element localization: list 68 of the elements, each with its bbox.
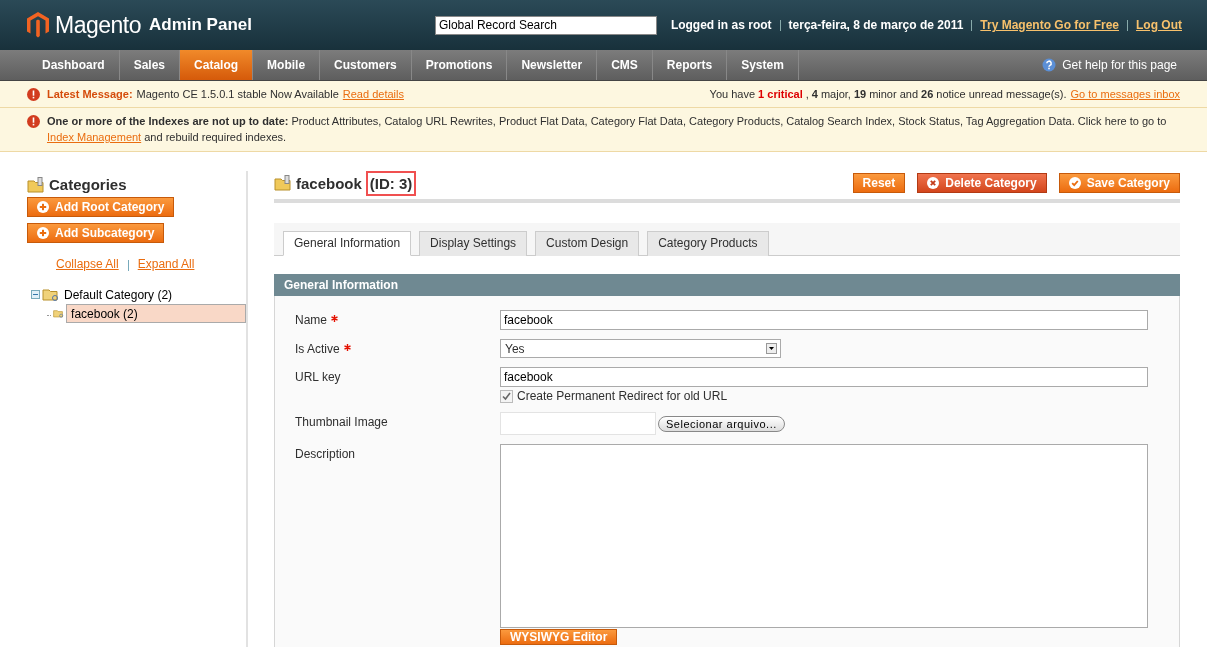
folder-icon [274,175,292,191]
tab[interactable]: Category Products [647,231,769,256]
delete-icon [927,177,940,189]
nav-item[interactable]: Customers [320,50,412,80]
delete-button[interactable]: Delete Category [917,173,1047,193]
error-icon [27,87,40,101]
text-field[interactable]: facebook [500,367,1148,387]
error-icon [27,115,40,128]
login-info: Logged in as root [670,18,772,32]
save-button[interactable]: Save Category [1058,173,1180,193]
category-id: (ID: 3) [365,170,417,196]
asterisk-icon [331,315,338,322]
field-label: Name [295,313,338,327]
header-link[interactable]: Try Magento Go for Free [980,18,1119,32]
help-link[interactable]: Get help for this page [1062,58,1177,72]
folder-icon [27,176,45,193]
sidebar-title: Categories [49,176,127,193]
date-text: terça-feira, 8 de março de 2011 [788,18,964,32]
nav-item[interactable]: Catalog [180,50,254,80]
nav-item[interactable]: Promotions [411,50,508,80]
checkbox[interactable] [500,389,513,403]
message-text: Magento CE 1.5.0.1 stable Now Available [136,88,339,100]
expand-all-link[interactable]: Expand All [137,257,195,271]
field-label: Is Active [295,342,351,356]
tree-toggle-icon[interactable] [31,290,40,299]
tab[interactable]: Display Settings [419,231,528,256]
field-label: Description [295,447,356,461]
checkmark-icon [1068,177,1081,189]
plus-icon [37,201,49,213]
tab[interactable]: Custom Design [535,231,640,256]
collapse-all-link[interactable]: Collapse All [56,257,119,271]
nav-item[interactable]: System [727,50,799,80]
checkbox-label: Create Permanent Redirect for old URL [517,389,728,403]
message-label: Latest Message: [47,88,133,100]
field-label: URL key [295,370,341,384]
plus-icon [37,227,49,239]
folder-icon [42,287,60,302]
nav-item[interactable]: Reports [652,50,728,80]
nav-item[interactable]: Mobile [253,50,321,80]
tree-item[interactable]: facebook (2) [66,304,246,323]
nav-item[interactable]: CMS [597,50,653,80]
help-icon [1042,58,1057,72]
select-field[interactable]: Yes [500,339,781,358]
nav-item[interactable]: Newsletter [507,50,598,80]
reset-button[interactable]: Reset [852,173,906,193]
index-warning-text: One or more of the Indexes are not up to date: Product Attributes, Catalog URL Rewrites, Product Flat Data, Category Flat Data, Category Products, Catalog Search Index, Stock Status, Tag Aggregation Data. Click here to go to Index Management and rebuild required indexes. [47,114,1168,145]
logo-subtitle: Admin Panel [149,15,252,35]
add-category-button[interactable]: Add Subcategory [27,223,165,243]
text-field[interactable]: facebook [500,310,1148,330]
dropdown-icon [766,343,777,354]
asterisk-icon [343,344,351,351]
choose-file-button[interactable]: Selecionar arquivo... [658,415,785,432]
add-category-button[interactable]: Add Root Category [27,197,175,217]
index-management-link[interactable]: Index Management [47,131,142,143]
messages-inbox-link[interactable]: Go to messages inbox [1070,88,1180,100]
field-label: Thumbnail Image [295,415,388,429]
page-title: facebook [296,174,362,192]
logo-text: Magento [55,11,141,39]
search-field[interactable]: Global Record Search [434,15,657,35]
logo-icon [27,12,49,38]
read-details-link[interactable]: Read details [342,88,404,100]
header-link[interactable]: Log Out [1136,18,1182,32]
tree-item[interactable]: Default Category (2) [62,286,175,303]
message-summary: You have 1 critical , 4 major, 19 minor and 26 notice unread message(s). [709,88,1067,100]
tab[interactable]: General Information [283,231,412,256]
nav-item[interactable]: Dashboard [28,50,120,80]
file-name-field[interactable] [500,412,656,435]
section-title: General Information [284,278,399,292]
